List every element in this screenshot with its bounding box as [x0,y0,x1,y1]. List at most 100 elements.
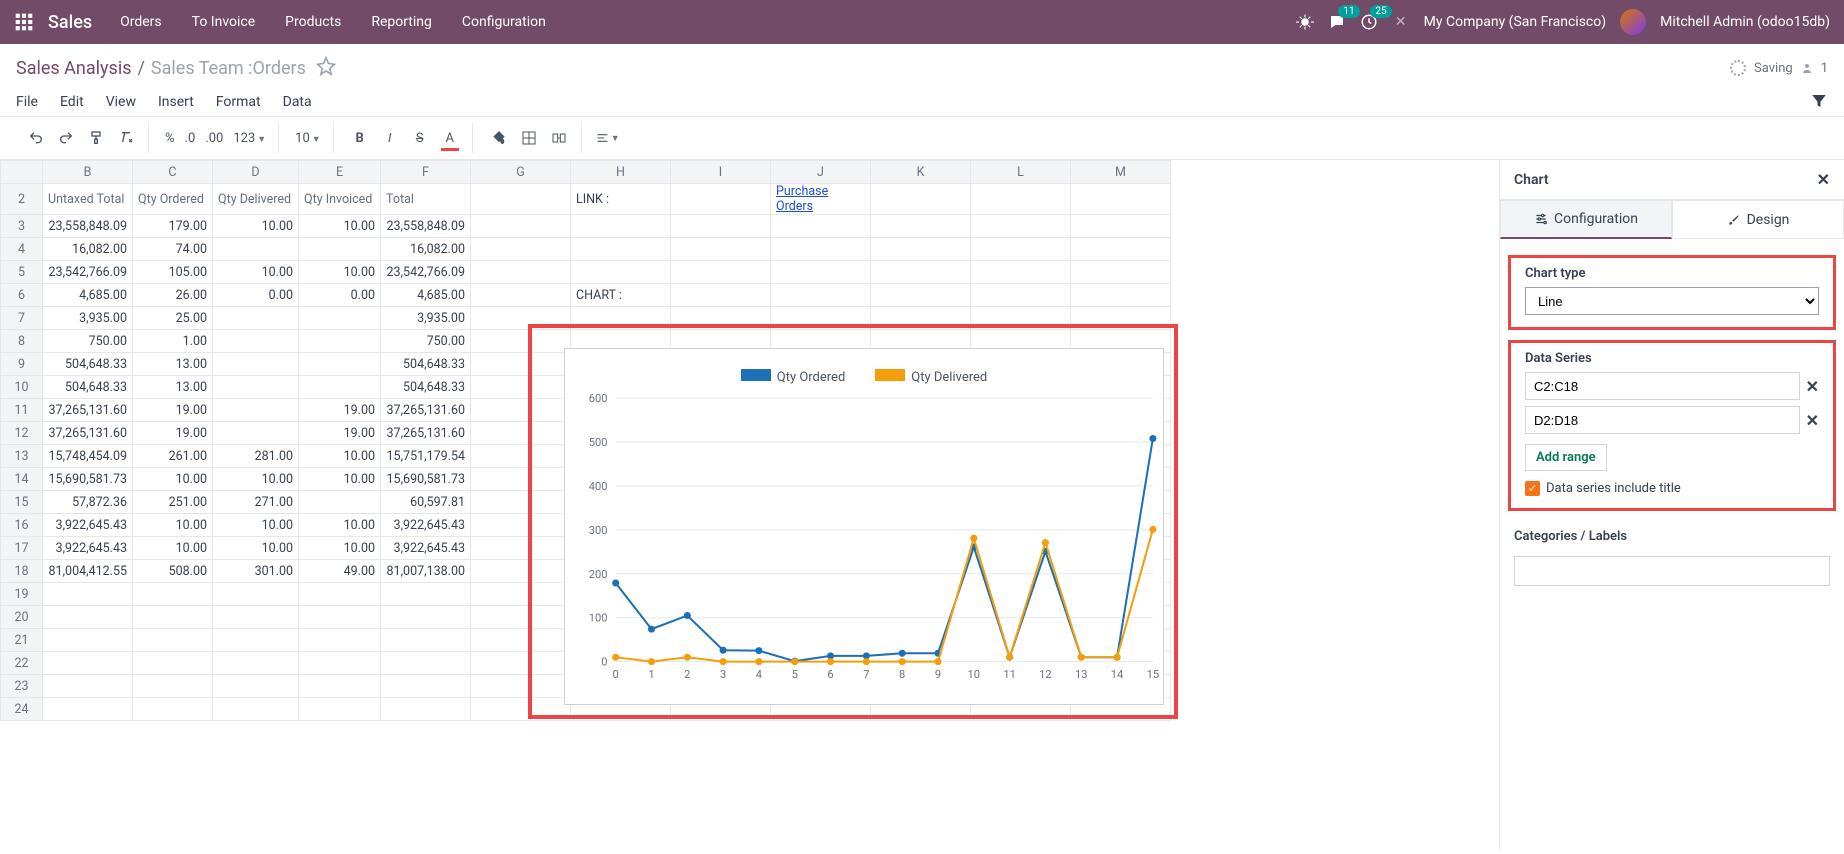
breadcrumb-root[interactable]: Sales Analysis [16,58,131,79]
series-row-1: ✕ [1525,372,1819,400]
menu-products[interactable]: Products [285,14,341,30]
breadcrumb-current: Sales Team :Orders [151,58,306,79]
series-remove-2-icon[interactable]: ✕ [1806,411,1819,430]
add-range-button[interactable]: Add range [1525,444,1607,471]
font-size[interactable]: 10▼ [293,131,323,146]
svg-text:400: 400 [589,480,608,493]
svg-text:15: 15 [1147,668,1160,681]
spreadsheet-grid[interactable]: BCDEFGHIJKLM2Untaxed TotalQty OrderedQty… [0,160,1499,850]
format-decimal-dec[interactable]: .0 [183,131,198,146]
activity-badge: 25 [1370,5,1391,18]
series-remove-1-icon[interactable]: ✕ [1806,377,1819,396]
svg-text:600: 600 [589,392,608,405]
brush-icon [1727,213,1741,227]
format-number[interactable]: 123▼ [231,131,268,146]
menu-orders[interactable]: Orders [120,14,162,30]
user-count: 1 [1821,61,1828,76]
include-title-label: Data series include title [1546,481,1681,496]
breadcrumb-bar: Sales Analysis / Sales Team :Orders Savi… [0,44,1844,90]
saving-spinner-icon [1730,60,1746,76]
svg-text:11: 11 [1003,668,1016,681]
chart-plot-area: 0100200300400500600012345678910111213141… [565,385,1163,695]
svg-text:0: 0 [601,656,607,669]
svg-text:1: 1 [648,668,654,681]
svg-text:200: 200 [589,568,608,581]
italic-button[interactable]: I [378,126,402,150]
merge-cells-icon[interactable] [547,126,571,150]
close-tray-icon[interactable]: ✕ [1392,13,1410,31]
company-switcher[interactable]: My Company (San Francisco) [1424,14,1606,30]
borders-icon[interactable] [517,126,541,150]
svg-text:13: 13 [1075,668,1088,681]
svg-text:4: 4 [756,668,762,681]
fill-color-icon[interactable] [487,126,511,150]
activity-icon[interactable]: 25 [1360,13,1378,31]
undo-icon[interactable] [24,126,48,150]
debug-icon[interactable] [1296,13,1314,31]
menu-to-invoice[interactable]: To Invoice [192,14,256,30]
app-brand[interactable]: Sales [48,12,92,33]
categories-label: Categories / Labels [1514,529,1830,544]
saving-label: Saving [1754,61,1793,76]
panel-close-icon[interactable]: ✕ [1817,170,1830,189]
messaging-badge: 11 [1338,5,1359,18]
chart-side-panel: Chart ✕ Configuration Design Chart type … [1499,160,1844,850]
tab-configuration[interactable]: Configuration [1500,200,1672,239]
filter-icon[interactable] [1810,92,1828,114]
align-icon[interactable]: ▼ [596,126,620,150]
menu-file[interactable]: File [16,94,38,110]
main-menu: Orders To Invoice Products Reporting Con… [120,14,546,30]
series-input-2[interactable] [1525,406,1800,434]
categories-section: Categories / Labels [1500,521,1844,598]
categories-input[interactable] [1514,556,1830,586]
user-name[interactable]: Mitchell Admin (odoo15db) [1660,14,1830,30]
redo-icon[interactable] [54,126,78,150]
apps-icon[interactable] [14,12,34,32]
data-series-label: Data Series [1525,351,1819,366]
format-decimal-inc[interactable]: .00 [203,131,225,146]
menu-edit[interactable]: Edit [60,94,84,110]
svg-text:2: 2 [684,668,690,681]
svg-text:5: 5 [792,668,798,681]
svg-text:7: 7 [863,668,869,681]
sheet-toolbar: % .0 .00 123▼ 10▼ B I S A ▼ [0,117,1844,160]
menu-configuration[interactable]: Configuration [462,14,546,30]
svg-text:9: 9 [935,668,941,681]
messaging-icon[interactable]: 11 [1328,13,1346,31]
text-color-button[interactable]: A [438,126,462,150]
menu-data[interactable]: Data [283,94,312,110]
chart-type-label: Chart type [1525,266,1819,281]
svg-text:3: 3 [720,668,726,681]
series-input-1[interactable] [1525,372,1800,400]
menu-reporting[interactable]: Reporting [371,14,432,30]
svg-text:12: 12 [1039,668,1052,681]
user-count-icon [1801,62,1813,74]
clear-format-icon[interactable] [114,126,138,150]
strike-button[interactable]: S [408,126,432,150]
tab-design[interactable]: Design [1672,200,1844,239]
svg-text:300: 300 [589,524,608,537]
embedded-chart[interactable]: Qty Ordered Qty Delivered 01002003004005… [564,348,1164,705]
chart-highlight-box: Qty Ordered Qty Delivered 01002003004005… [528,324,1178,719]
paint-format-icon[interactable] [84,126,108,150]
legend-series-1: Qty Ordered [741,369,846,385]
breadcrumb-separator: / [137,58,144,79]
top-nav: Sales Orders To Invoice Products Reporti… [0,0,1844,44]
series-row-2: ✕ [1525,406,1819,434]
menu-insert[interactable]: Insert [158,94,194,110]
data-series-section: Data Series ✕ ✕ Add range ✓ Data series … [1508,340,1836,511]
chart-type-section: Chart type Line [1508,255,1836,330]
sheet-menubar: File Edit View Insert Format Data [0,90,1844,117]
svg-text:8: 8 [899,668,905,681]
user-avatar[interactable] [1620,9,1646,35]
sliders-icon [1534,212,1548,226]
include-title-checkbox[interactable]: ✓ [1525,481,1540,496]
menu-format[interactable]: Format [216,94,261,110]
favorite-star-icon[interactable] [316,56,336,80]
format-percent[interactable]: % [163,131,177,146]
svg-text:0: 0 [613,668,619,681]
menu-view[interactable]: View [106,94,136,110]
svg-text:14: 14 [1111,668,1124,681]
bold-button[interactable]: B [348,126,372,150]
chart-type-select[interactable]: Line [1525,287,1819,315]
